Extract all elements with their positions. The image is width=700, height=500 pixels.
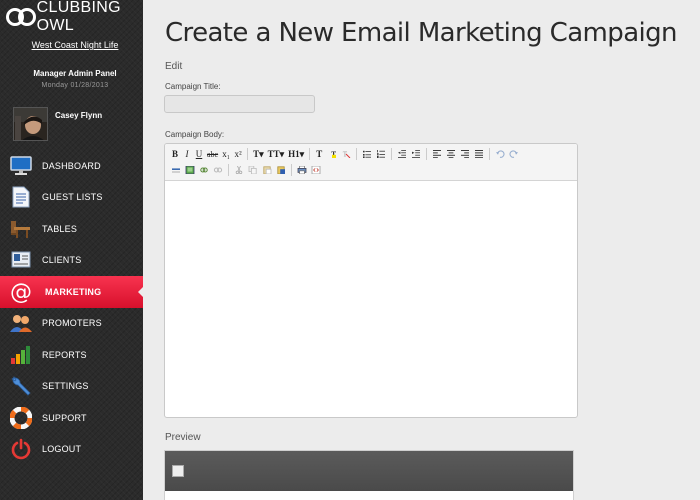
- power-icon: [9, 437, 33, 461]
- campaign-body-label: Campaign Body:: [165, 130, 225, 139]
- bold-button[interactable]: B: [169, 147, 181, 161]
- table-icon: [9, 217, 33, 241]
- toolbar-divider: [356, 148, 358, 160]
- venue-link[interactable]: West Coast Night Life: [0, 40, 150, 50]
- remove-format-icon[interactable]: T: [339, 147, 353, 161]
- bar-chart-icon: [9, 343, 33, 367]
- source-code-icon[interactable]: [309, 163, 323, 177]
- bullet-list-icon[interactable]: [360, 147, 374, 161]
- subscript-button[interactable]: x₁: [220, 147, 232, 161]
- sidebar-item-tables[interactable]: TABLES: [0, 213, 143, 245]
- at-sign-icon: @: [9, 280, 33, 304]
- font-size-dropdown[interactable]: TT▾: [266, 147, 287, 161]
- toolbar-divider: [426, 148, 428, 160]
- redo-icon[interactable]: [507, 147, 521, 161]
- numbered-list-icon[interactable]: [374, 147, 388, 161]
- heading-dropdown[interactable]: H1▾: [286, 147, 306, 161]
- editor-toolbar: B I U abc x₁ x² T▾ TT▾ H1▾ T T T: [165, 144, 577, 181]
- user-name: Casey Flynn: [55, 111, 103, 120]
- sidebar-item-promoters[interactable]: PROMOTERS: [0, 308, 143, 340]
- toolbar-divider: [228, 164, 229, 176]
- sidebar-item-support[interactable]: SUPPORT: [0, 402, 143, 434]
- sidebar-item-label: SETTINGS: [42, 381, 89, 392]
- edit-heading: Edit: [165, 61, 183, 72]
- broken-image-icon: [172, 465, 184, 477]
- preview-header-bar: [165, 451, 573, 491]
- toolbar-divider: [309, 148, 311, 160]
- sidebar-item-label: SUPPORT: [42, 412, 87, 423]
- underline-button[interactable]: U: [193, 147, 205, 161]
- svg-text:T: T: [343, 150, 348, 158]
- font-family-dropdown[interactable]: T▾: [251, 147, 266, 161]
- print-icon[interactable]: [295, 163, 309, 177]
- preview-pane: [164, 450, 574, 500]
- sidebar-item-label: REPORTS: [42, 349, 87, 360]
- sidebar-item-label: CLIENTS: [42, 255, 82, 266]
- strikethrough-button[interactable]: abc: [205, 147, 220, 161]
- owl-logo-icon: [6, 7, 36, 27]
- align-center-icon[interactable]: [444, 147, 458, 161]
- sidebar-item-settings[interactable]: SETTINGS: [0, 371, 143, 403]
- admin-panel-title: Manager Admin Panel: [33, 69, 117, 78]
- align-right-icon[interactable]: [458, 147, 472, 161]
- sidebar-item-label: MARKETING: [45, 286, 102, 297]
- sidebar-item-label: DASHBOARD: [42, 160, 101, 171]
- avatar[interactable]: [13, 107, 48, 141]
- outdent-icon[interactable]: [395, 147, 409, 161]
- address-book-icon: [9, 248, 33, 272]
- paste-icon[interactable]: [260, 163, 274, 177]
- sidebar-item-label: LOGOUT: [42, 444, 82, 455]
- document-icon: [9, 185, 33, 209]
- clear-format-button[interactable]: T: [313, 147, 325, 161]
- campaign-title-input[interactable]: [164, 95, 315, 113]
- sidebar-item-logout[interactable]: LOGOUT: [0, 434, 143, 466]
- horizontal-rule-icon[interactable]: [169, 163, 183, 177]
- toolbar-divider: [247, 148, 249, 160]
- campaign-title-label: Campaign Title:: [165, 82, 221, 91]
- rich-text-editor: B I U abc x₁ x² T▾ TT▾ H1▾ T T T: [164, 143, 578, 418]
- cut-icon[interactable]: [232, 163, 246, 177]
- wrench-icon: [9, 374, 33, 398]
- sidebar-item-clients[interactable]: CLIENTS: [0, 245, 143, 277]
- copy-icon[interactable]: [246, 163, 260, 177]
- sidebar-item-label: GUEST LISTS: [42, 192, 103, 203]
- logo[interactable]: CLUBBING OWL: [6, 0, 143, 34]
- sidebar-item-label: TABLES: [42, 223, 78, 234]
- admin-date: Monday 01/28/2013: [41, 82, 109, 89]
- sidebar-item-reports[interactable]: REPORTS: [0, 339, 143, 371]
- unlink-icon[interactable]: [211, 163, 225, 177]
- indent-icon[interactable]: [409, 147, 423, 161]
- lifebuoy-icon: [9, 406, 33, 430]
- sidebar-nav: DASHBOARD GUEST LISTS TABLES CLIENTS @ M…: [0, 150, 144, 466]
- insert-image-icon[interactable]: [183, 163, 197, 177]
- logo-text: CLUBBING OWL: [36, 0, 121, 34]
- toolbar-divider: [391, 148, 393, 160]
- paste-word-icon[interactable]: [274, 163, 288, 177]
- editor-body[interactable]: [165, 181, 577, 417]
- page-title: Create a New Email Marketing Campaign: [165, 18, 678, 48]
- monitor-icon: [9, 154, 33, 178]
- align-justify-icon[interactable]: [472, 147, 486, 161]
- toolbar-divider: [291, 164, 292, 176]
- undo-icon[interactable]: [493, 147, 507, 161]
- superscript-button[interactable]: x²: [232, 147, 244, 161]
- sidebar-item-label: PROMOTERS: [42, 318, 102, 329]
- sidebar: CLUBBING OWL West Coast Night Life Manag…: [0, 0, 144, 500]
- insert-link-icon[interactable]: [197, 163, 211, 177]
- italic-button[interactable]: I: [181, 147, 193, 161]
- sidebar-item-guest-lists[interactable]: GUEST LISTS: [0, 182, 143, 214]
- people-icon: [9, 311, 33, 335]
- preview-heading: Preview: [165, 432, 201, 443]
- sidebar-item-marketing[interactable]: @ MARKETING: [0, 276, 144, 308]
- text-color-icon[interactable]: T: [325, 147, 339, 161]
- svg-text:@: @: [10, 280, 32, 304]
- toolbar-divider: [489, 148, 491, 160]
- align-left-icon[interactable]: [430, 147, 444, 161]
- sidebar-item-dashboard[interactable]: DASHBOARD: [0, 150, 143, 182]
